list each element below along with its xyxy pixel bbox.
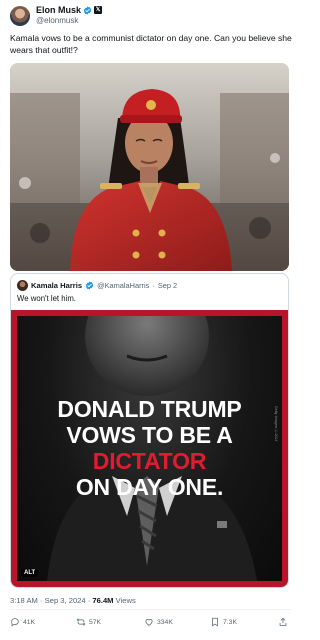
image-credit: Getty Images/ ©2024 [274, 406, 278, 442]
tweet-time[interactable]: 3:18 AM [10, 596, 38, 605]
quote-separator: · [152, 281, 155, 290]
meta-separator: · [87, 596, 91, 605]
views-count: 76.4M [92, 596, 114, 605]
reply-count: 41K [23, 618, 36, 626]
quote-date[interactable]: Sep 2 [158, 281, 177, 290]
reply-icon [11, 618, 19, 627]
bookmark-icon [212, 617, 218, 627]
display-name[interactable]: Elon Musk [36, 5, 81, 15]
quote-avatar[interactable] [17, 280, 28, 291]
verified-badge-icon [83, 5, 92, 15]
tweet-meta: 3:18 AM · Sep 3, 2024 · 76.4M Views [10, 596, 136, 605]
meta-separator: · [40, 596, 43, 605]
like-button[interactable]: 334K [144, 617, 173, 627]
woman-in-red-uniform-illustration [10, 63, 289, 271]
tweet-image[interactable] [10, 63, 289, 271]
tweet-header: Elon Musk 𝕏 @elonmusk [10, 4, 291, 28]
divider [10, 609, 291, 610]
tweet-text: Kamala vows to be a communist dictator o… [10, 33, 292, 55]
alt-text-badge[interactable]: ALT [21, 569, 39, 577]
quote-image-inner: DONALD TRUMP VOWS TO BE A DICTATOR ON DA… [17, 316, 282, 581]
quote-handle[interactable]: @KamalaHarris [97, 281, 149, 290]
tweet: Elon Musk 𝕏 @elonmusk Kamala vows to be … [0, 0, 299, 640]
headline-line-2: VOWS TO BE A [66, 422, 233, 448]
quote-header: Kamala Harris @KamalaHarris · Sep 2 [17, 280, 177, 291]
tweet-date[interactable]: Sep 3, 2024 [45, 596, 86, 605]
quoted-tweet[interactable]: Kamala Harris @KamalaHarris · Sep 2 We w… [10, 273, 289, 588]
avatar[interactable] [10, 6, 30, 26]
quote-image-headline: DONALD TRUMP VOWS TO BE A DICTATOR ON DA… [17, 396, 282, 500]
action-bar: 41K 57K 334K 7.3K [10, 617, 291, 631]
like-icon [145, 619, 153, 626]
repost-icon [76, 618, 86, 626]
quote-image[interactable]: DONALD TRUMP VOWS TO BE A DICTATOR ON DA… [11, 310, 288, 587]
verified-badge-icon [85, 281, 94, 290]
share-icon [279, 617, 287, 626]
repost-count: 57K [89, 618, 102, 626]
headline-line-3: DICTATOR [92, 448, 207, 474]
name-row: Elon Musk 𝕏 [36, 5, 103, 15]
like-count: 334K [157, 618, 173, 626]
quote-display-name[interactable]: Kamala Harris [31, 281, 82, 290]
quote-text: We won't let him. [17, 294, 76, 303]
bookmark-count: 7.3K [223, 618, 237, 626]
views-label: Views [115, 596, 136, 605]
x-logo-badge-icon: 𝕏 [94, 6, 103, 14]
headline-line-1: DONALD TRUMP [57, 396, 242, 422]
bookmark-button[interactable]: 7.3K [210, 617, 237, 627]
share-button[interactable] [278, 617, 288, 627]
handle[interactable]: @elonmusk [36, 16, 78, 25]
repost-button[interactable]: 57K [76, 617, 101, 627]
headline-line-4: ON DAY ONE. [75, 474, 224, 500]
reply-button[interactable]: 41K [10, 617, 35, 627]
